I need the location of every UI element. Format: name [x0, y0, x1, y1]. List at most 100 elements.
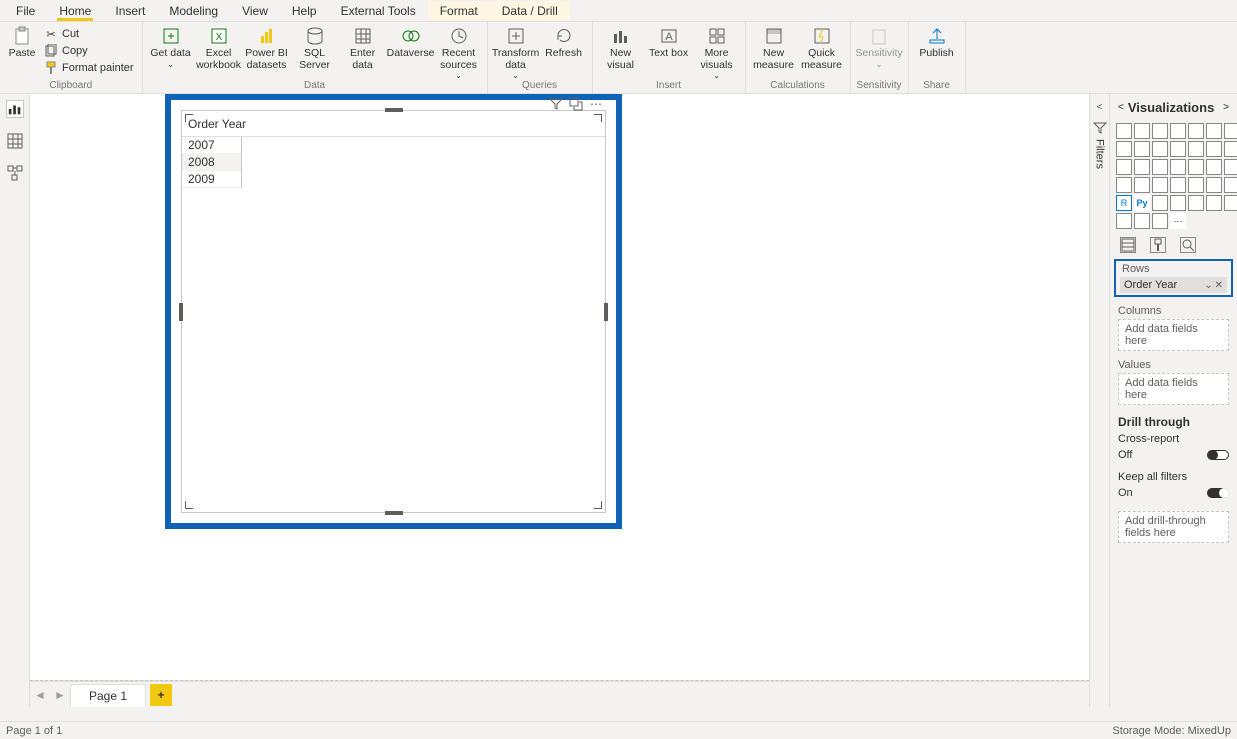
- excel-workbook-button[interactable]: XExcel workbook: [197, 24, 241, 71]
- viz-donut[interactable]: [1152, 159, 1168, 175]
- viz-stacked-area[interactable]: [1134, 141, 1150, 157]
- viz-line-clustered[interactable]: [1170, 141, 1186, 157]
- recent-sources-button[interactable]: Recent sources⌄: [437, 24, 481, 80]
- more-options-icon[interactable]: ⋯: [589, 97, 603, 111]
- table-row[interactable]: 2008: [182, 154, 241, 171]
- analytics-tab-icon[interactable]: [1180, 237, 1196, 253]
- viz-waterfall[interactable]: [1206, 141, 1222, 157]
- viz-scatter[interactable]: [1116, 159, 1132, 175]
- viz-line[interactable]: [1224, 123, 1237, 139]
- quick-measure-button[interactable]: Quick measure: [800, 24, 844, 71]
- report-view-icon[interactable]: [6, 100, 24, 118]
- columns-well[interactable]: Add data fields here: [1118, 319, 1229, 351]
- viz-clustered-column[interactable]: [1170, 123, 1186, 139]
- publish-button[interactable]: Publish: [915, 24, 959, 60]
- viz-pie[interactable]: [1134, 159, 1150, 175]
- viz-automate[interactable]: [1152, 213, 1168, 229]
- viz-line-stacked[interactable]: [1152, 141, 1168, 157]
- format-tab-icon[interactable]: [1150, 237, 1166, 253]
- dataverse-button[interactable]: Dataverse: [389, 24, 433, 60]
- viz-narrative[interactable]: [1206, 195, 1222, 211]
- report-page[interactable]: ⋯ Order Year 2007 2008 2009: [30, 94, 1089, 680]
- table-row[interactable]: 2009: [182, 171, 241, 188]
- viz-treemap[interactable]: [1170, 159, 1186, 175]
- viz-area[interactable]: [1116, 141, 1132, 157]
- new-measure-button[interactable]: New measure: [752, 24, 796, 71]
- viz-matrix[interactable]: [1224, 177, 1237, 193]
- viz-clustered-bar[interactable]: [1152, 123, 1168, 139]
- viz-ribbon[interactable]: [1188, 141, 1204, 157]
- format-painter-button[interactable]: Format painter: [42, 60, 136, 76]
- more-visuals-button[interactable]: More visuals⌄: [695, 24, 739, 80]
- viz-table[interactable]: [1206, 177, 1222, 193]
- filters-pane-collapsed[interactable]: < Filters: [1089, 94, 1109, 707]
- viz-key-influencers[interactable]: [1152, 195, 1168, 211]
- expand-viz-icon[interactable]: >: [1223, 102, 1229, 113]
- paste-button[interactable]: Paste: [6, 24, 38, 60]
- rows-field-chip[interactable]: Order Year ⌄✕: [1120, 277, 1227, 293]
- powerbi-datasets-button[interactable]: Power BI datasets: [245, 24, 289, 71]
- viz-funnel[interactable]: [1224, 141, 1237, 157]
- tab-home[interactable]: Home: [47, 1, 103, 20]
- data-view-icon[interactable]: [6, 132, 24, 150]
- resize-r[interactable]: [604, 303, 608, 321]
- refresh-button[interactable]: Refresh: [542, 24, 586, 60]
- tab-view[interactable]: View: [230, 1, 280, 20]
- text-box-button[interactable]: AText box: [647, 24, 691, 60]
- drill-through-well[interactable]: Add drill-through fields here: [1118, 511, 1229, 543]
- page-tab-1[interactable]: Page 1: [70, 684, 146, 707]
- viz-100-bar[interactable]: [1188, 123, 1204, 139]
- tab-modeling[interactable]: Modeling: [157, 1, 230, 20]
- viz-gauge[interactable]: [1116, 177, 1132, 193]
- remove-field-icon[interactable]: ✕: [1215, 280, 1223, 291]
- resize-bl[interactable]: [185, 501, 193, 509]
- cross-report-toggle[interactable]: [1207, 450, 1229, 460]
- viz-card[interactable]: [1134, 177, 1150, 193]
- chevron-down-icon[interactable]: ⌄: [1204, 280, 1212, 291]
- canvas[interactable]: ⋯ Order Year 2007 2008 2009: [30, 94, 1089, 707]
- page-prev[interactable]: ◄: [30, 688, 50, 702]
- focus-mode-icon[interactable]: [569, 97, 583, 111]
- tab-insert[interactable]: Insert: [103, 1, 157, 20]
- copy-button[interactable]: Copy: [42, 43, 136, 59]
- tab-help[interactable]: Help: [280, 1, 329, 20]
- resize-b[interactable]: [385, 511, 403, 515]
- matrix-visual[interactable]: ⋯ Order Year 2007 2008 2009: [181, 110, 606, 513]
- transform-data-button[interactable]: Transform data⌄: [494, 24, 538, 80]
- page-next[interactable]: ►: [50, 688, 70, 702]
- viz-powerapps[interactable]: [1134, 213, 1150, 229]
- get-data-button[interactable]: Get data⌄: [149, 24, 193, 69]
- values-well[interactable]: Add data fields here: [1118, 373, 1229, 405]
- tab-external-tools[interactable]: External Tools: [329, 1, 428, 20]
- viz-stacked-column[interactable]: [1134, 123, 1150, 139]
- resize-l[interactable]: [179, 303, 183, 321]
- viz-more[interactable]: ⋯: [1170, 213, 1186, 229]
- add-page-button[interactable]: +: [150, 684, 172, 706]
- sensitivity-button[interactable]: Sensitivity⌄: [857, 24, 901, 69]
- viz-kpi[interactable]: [1170, 177, 1186, 193]
- cut-button[interactable]: ✂Cut: [42, 26, 136, 42]
- expand-filters-icon[interactable]: <: [1097, 102, 1103, 113]
- model-view-icon[interactable]: [6, 164, 24, 182]
- viz-map[interactable]: [1188, 159, 1204, 175]
- enter-data-button[interactable]: Enter data: [341, 24, 385, 71]
- viz-multi-card[interactable]: [1152, 177, 1168, 193]
- viz-arcgis[interactable]: [1116, 213, 1132, 229]
- fields-tab-icon[interactable]: [1120, 237, 1136, 253]
- viz-stacked-bar[interactable]: [1116, 123, 1132, 139]
- table-row[interactable]: 2007: [182, 137, 241, 154]
- tab-format[interactable]: Format: [428, 1, 490, 20]
- viz-slicer[interactable]: [1188, 177, 1204, 193]
- viz-decomp[interactable]: [1170, 195, 1186, 211]
- viz-qa[interactable]: [1188, 195, 1204, 211]
- viz-100-column[interactable]: [1206, 123, 1222, 139]
- sql-server-button[interactable]: SQL Server: [293, 24, 337, 71]
- viz-shape-map[interactable]: [1224, 159, 1237, 175]
- viz-r[interactable]: R: [1116, 195, 1132, 211]
- keep-filters-toggle[interactable]: [1207, 488, 1229, 498]
- new-visual-button[interactable]: New visual: [599, 24, 643, 71]
- viz-py[interactable]: Py: [1134, 195, 1150, 211]
- tab-file[interactable]: File: [4, 1, 47, 20]
- viz-filled-map[interactable]: [1206, 159, 1222, 175]
- tab-data-drill[interactable]: Data / Drill: [490, 1, 570, 20]
